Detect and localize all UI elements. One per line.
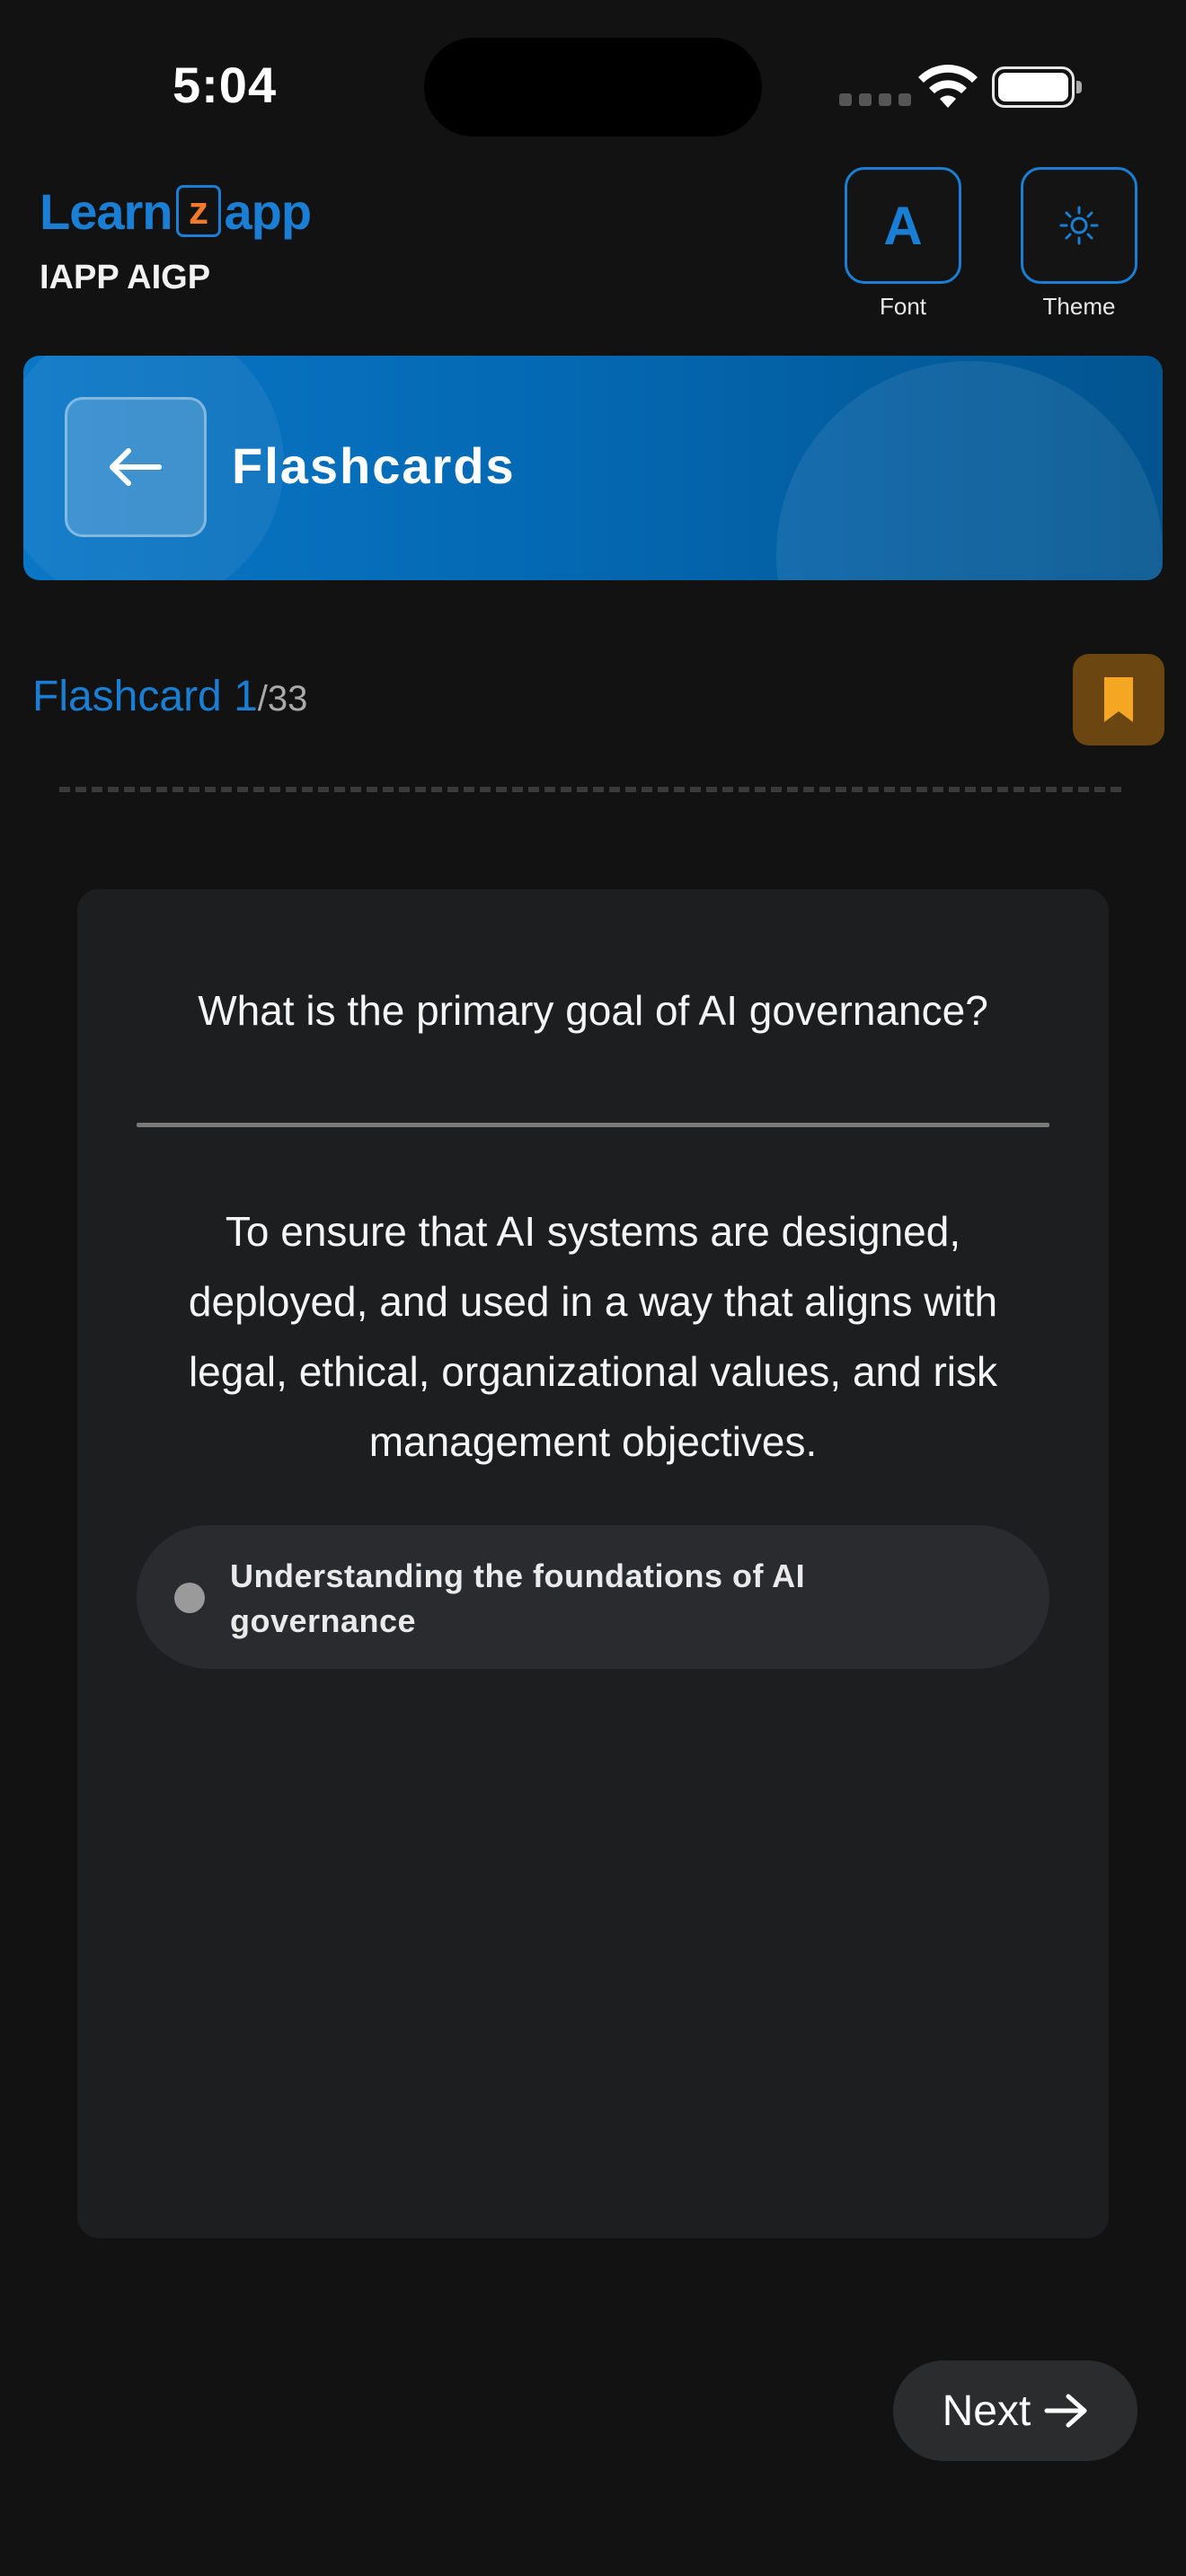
bookmark-button[interactable] xyxy=(1073,654,1164,745)
learnzapp-logo: Learn z app xyxy=(40,181,313,241)
logo-text-app: app xyxy=(224,182,313,240)
current-flashcard: Flashcard 1 xyxy=(32,673,258,720)
logo-text-learn: Learn xyxy=(40,182,173,240)
cellular-signal-icon xyxy=(839,93,911,106)
flashcard-counter: Flashcard 1/33 xyxy=(32,672,307,721)
arrow-right-icon xyxy=(1044,2394,1087,2428)
flashcards-banner: Flashcards xyxy=(23,356,1163,580)
next-button[interactable]: Next xyxy=(893,2360,1137,2461)
page-title: Flashcards xyxy=(232,437,516,494)
total-flashcards: /33 xyxy=(257,679,308,719)
next-label: Next xyxy=(942,2386,1031,2435)
font-label: Font xyxy=(879,293,927,320)
topic-tag: Understanding the foundations of AI gove… xyxy=(137,1525,1049,1669)
logo-z-mark: z xyxy=(175,185,221,237)
topic-dot-icon xyxy=(174,1583,205,1613)
exam-title: IAPP AIGP xyxy=(40,259,211,296)
flashcard-answer: To ensure that AI systems are designed, … xyxy=(188,1208,998,1465)
status-time: 5:04 xyxy=(173,57,278,113)
battery-icon xyxy=(992,66,1082,108)
theme-button[interactable] xyxy=(1021,167,1137,284)
font-a-icon: A xyxy=(883,195,923,256)
topic-label: Understanding the foundations of AI gove… xyxy=(230,1557,806,1639)
card-divider xyxy=(137,1123,1049,1127)
sun-icon xyxy=(1059,206,1099,245)
banner-decoration xyxy=(776,361,1163,580)
arrow-left-icon xyxy=(110,448,162,486)
dynamic-island xyxy=(424,38,762,137)
wifi-icon xyxy=(918,65,978,108)
back-button[interactable] xyxy=(65,397,207,537)
font-button[interactable]: A xyxy=(845,167,961,284)
flashcard[interactable]: What is the primary goal of AI governanc… xyxy=(77,889,1109,2238)
flashcard-question: What is the primary goal of AI governanc… xyxy=(198,987,988,1034)
flashcard-screen: 5:04 Learn z app IAPP AIGP A Font Theme xyxy=(0,0,1186,2576)
dashed-divider xyxy=(59,787,1127,792)
theme-label: Theme xyxy=(1042,293,1116,320)
bookmark-icon xyxy=(1104,677,1133,722)
